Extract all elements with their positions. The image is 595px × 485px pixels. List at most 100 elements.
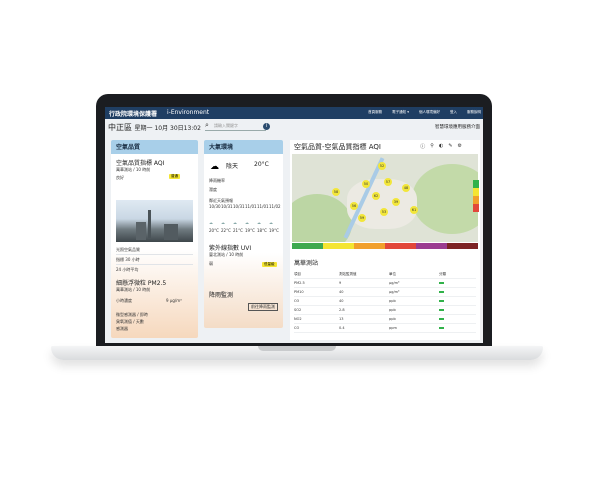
table-cell: 13	[339, 317, 344, 321]
marker-icon[interactable]: ⚲	[430, 143, 434, 150]
table-cell: 9	[339, 281, 342, 285]
cloud-icon: ☁	[210, 162, 219, 172]
station-marker[interactable]: 58	[332, 188, 340, 196]
i-environment-logo[interactable]: i-Environment	[167, 109, 209, 116]
air-panel-header: 空氣品質	[111, 140, 198, 154]
pm25-subtitle: 萬華測站 / 10 時前	[116, 287, 151, 292]
aqi-map[interactable]: 52 50 57 62 39 56 59 48 53 61 58	[292, 154, 478, 242]
table-cell: ppb	[389, 299, 396, 303]
station-marker[interactable]: 53	[380, 208, 388, 216]
table-header: 測站監測值	[339, 272, 357, 276]
epa-logo[interactable]: 行政院環境保護署	[109, 109, 157, 118]
table-cell: μg/m³	[389, 281, 400, 285]
station-marker[interactable]: 59	[358, 214, 366, 222]
aqi-subtitle: 萬華測站 / 10 時前	[116, 167, 151, 172]
station-camera-image[interactable]	[116, 200, 193, 242]
gear-icon[interactable]: ⚙	[458, 143, 462, 150]
rain-title: 降雨監測	[209, 292, 234, 299]
station-marker[interactable]: 52	[378, 162, 386, 170]
forecast-temp-2: 22°C	[221, 228, 231, 233]
nav-item-login[interactable]: 登入	[450, 110, 457, 115]
table-row: PM10 40 μg/m³	[294, 288, 476, 297]
location-header: 中正區 星期一 10月 30日13:02	[108, 122, 201, 133]
forecast-temp-1: 20°C	[209, 228, 219, 233]
station-marker[interactable]: 50	[362, 180, 370, 188]
station-marker[interactable]: 39	[392, 198, 400, 206]
uv-value: 弱	[209, 261, 213, 266]
table-cell: ppb	[389, 308, 396, 312]
station-marker[interactable]: 61	[410, 206, 418, 214]
env-panel-header: 大氣環境	[204, 140, 283, 154]
table-cell: 40	[339, 299, 344, 303]
forecast-date-4: 11/01	[245, 204, 257, 209]
table-cell: NO2	[294, 317, 302, 321]
status-bar	[439, 309, 444, 311]
station-marker[interactable]: 57	[384, 178, 392, 186]
rain-prob: 降雨機率	[209, 178, 225, 183]
forecast-temp-3: 21°C	[233, 228, 243, 233]
rain-monitor-button[interactable]: 前往降雨監測	[248, 303, 278, 311]
table-cell: 0.4	[339, 326, 345, 330]
table-cell: PM2.5	[294, 281, 305, 285]
table-header: 分類	[439, 272, 446, 276]
intro-link-label: 智慧環境應用服務介面	[435, 125, 480, 130]
legend-moderate	[323, 243, 354, 249]
pen-icon[interactable]: ✎	[448, 143, 452, 150]
aqi-badge: 普通	[169, 174, 180, 179]
air-footer-row-2: 臭氧測值 / 天數	[116, 319, 144, 324]
info-icon[interactable]: i	[263, 123, 270, 130]
air-footer-row-3: 感測器	[116, 326, 128, 331]
station-marker[interactable]: 48	[402, 184, 410, 192]
status-bar	[439, 291, 444, 293]
legend-sensitive	[354, 243, 385, 249]
legend-very-unhealthy	[416, 243, 447, 249]
layers-icon[interactable]: ◐	[439, 143, 443, 150]
environment-panel: 大氣環境 ☁ 陰天 20°C 降雨機率 濕度 鄰近天氣預報 10/30 10/3…	[204, 140, 283, 328]
table-cell: ppm	[389, 326, 397, 330]
legend-good	[292, 243, 323, 249]
table-row: PM2.5 9 μg/m³	[294, 279, 476, 288]
aqi-status: 良好	[116, 175, 124, 180]
uv-badge: 低量級	[262, 262, 277, 267]
forecast-icon-2: ☁	[221, 220, 225, 225]
nav-item-notify[interactable]: 電子通知 ▾	[392, 110, 409, 115]
search-placeholder: 請輸入關鍵字	[214, 123, 238, 128]
nav-item-home[interactable]: 首頁服務	[368, 110, 382, 115]
intro-link[interactable]: 智慧環境應用服務介面	[435, 124, 480, 130]
nav-item-help[interactable]: 服務說明	[467, 110, 481, 115]
table-row: NO2 13 ppb	[294, 315, 476, 324]
table-cell: 40	[339, 290, 344, 294]
forecast-icon-1: ☁	[209, 220, 213, 225]
screen: 行政院環境保護署 i-Environment 首頁服務 電子通知 ▾ 個人環境偏…	[105, 107, 483, 343]
table-cell: μg/m³	[389, 290, 400, 294]
pm25-value: 9 μg/m³	[166, 298, 182, 303]
nav-item-prefs[interactable]: 個人環境偏好	[419, 110, 440, 115]
forecast-date-5: 11/01	[257, 204, 269, 209]
map-side-scale	[473, 180, 479, 220]
table-cell: 2.8	[339, 308, 345, 312]
search-input[interactable]: ⌕ 請輸入關鍵字	[205, 121, 266, 131]
air-row-3: 24 小時平均	[116, 267, 139, 272]
aqi-legend	[292, 243, 478, 249]
laptop-notch	[258, 346, 336, 351]
table-header: 項目	[294, 272, 301, 276]
forecast-date-2: 10/31	[221, 204, 233, 209]
forecast-icon-4: ☁	[245, 220, 249, 225]
forecast-temp-5: 18°C	[257, 228, 267, 233]
table-row: CO 0.4 ppm	[294, 324, 476, 333]
air-row-1: 光照空氣品質	[116, 247, 140, 252]
info-icon[interactable]: ⓘ	[420, 143, 425, 150]
table-row: SO2 2.8 ppb	[294, 306, 476, 315]
air-footer-row-1: 微型感測器 / 即時	[116, 312, 148, 317]
forecast-icon-6: ☁	[269, 220, 273, 225]
search-icon[interactable]: ⌕	[205, 121, 209, 130]
forecast-temp-6: 19°C	[269, 228, 279, 233]
table-row: O3 40 ppb	[294, 297, 476, 306]
station-marker[interactable]: 62	[372, 192, 380, 200]
uv-subtitle: 臺北測站 / 10 時前	[209, 252, 244, 257]
aqi-title: 空氣品質指標 AQI	[116, 160, 165, 167]
forecast-date-1: 10/30	[209, 204, 221, 209]
station-marker[interactable]: 56	[350, 202, 358, 210]
air-quality-panel: 空氣品質 空氣品質指標 AQI 萬華測站 / 10 時前 良好 普通 光照空氣品…	[111, 140, 198, 338]
station-table: 項目 測站監測值 單位 分類 PM2.5 9 μg/m³ PM10 40 μg/…	[294, 270, 476, 333]
